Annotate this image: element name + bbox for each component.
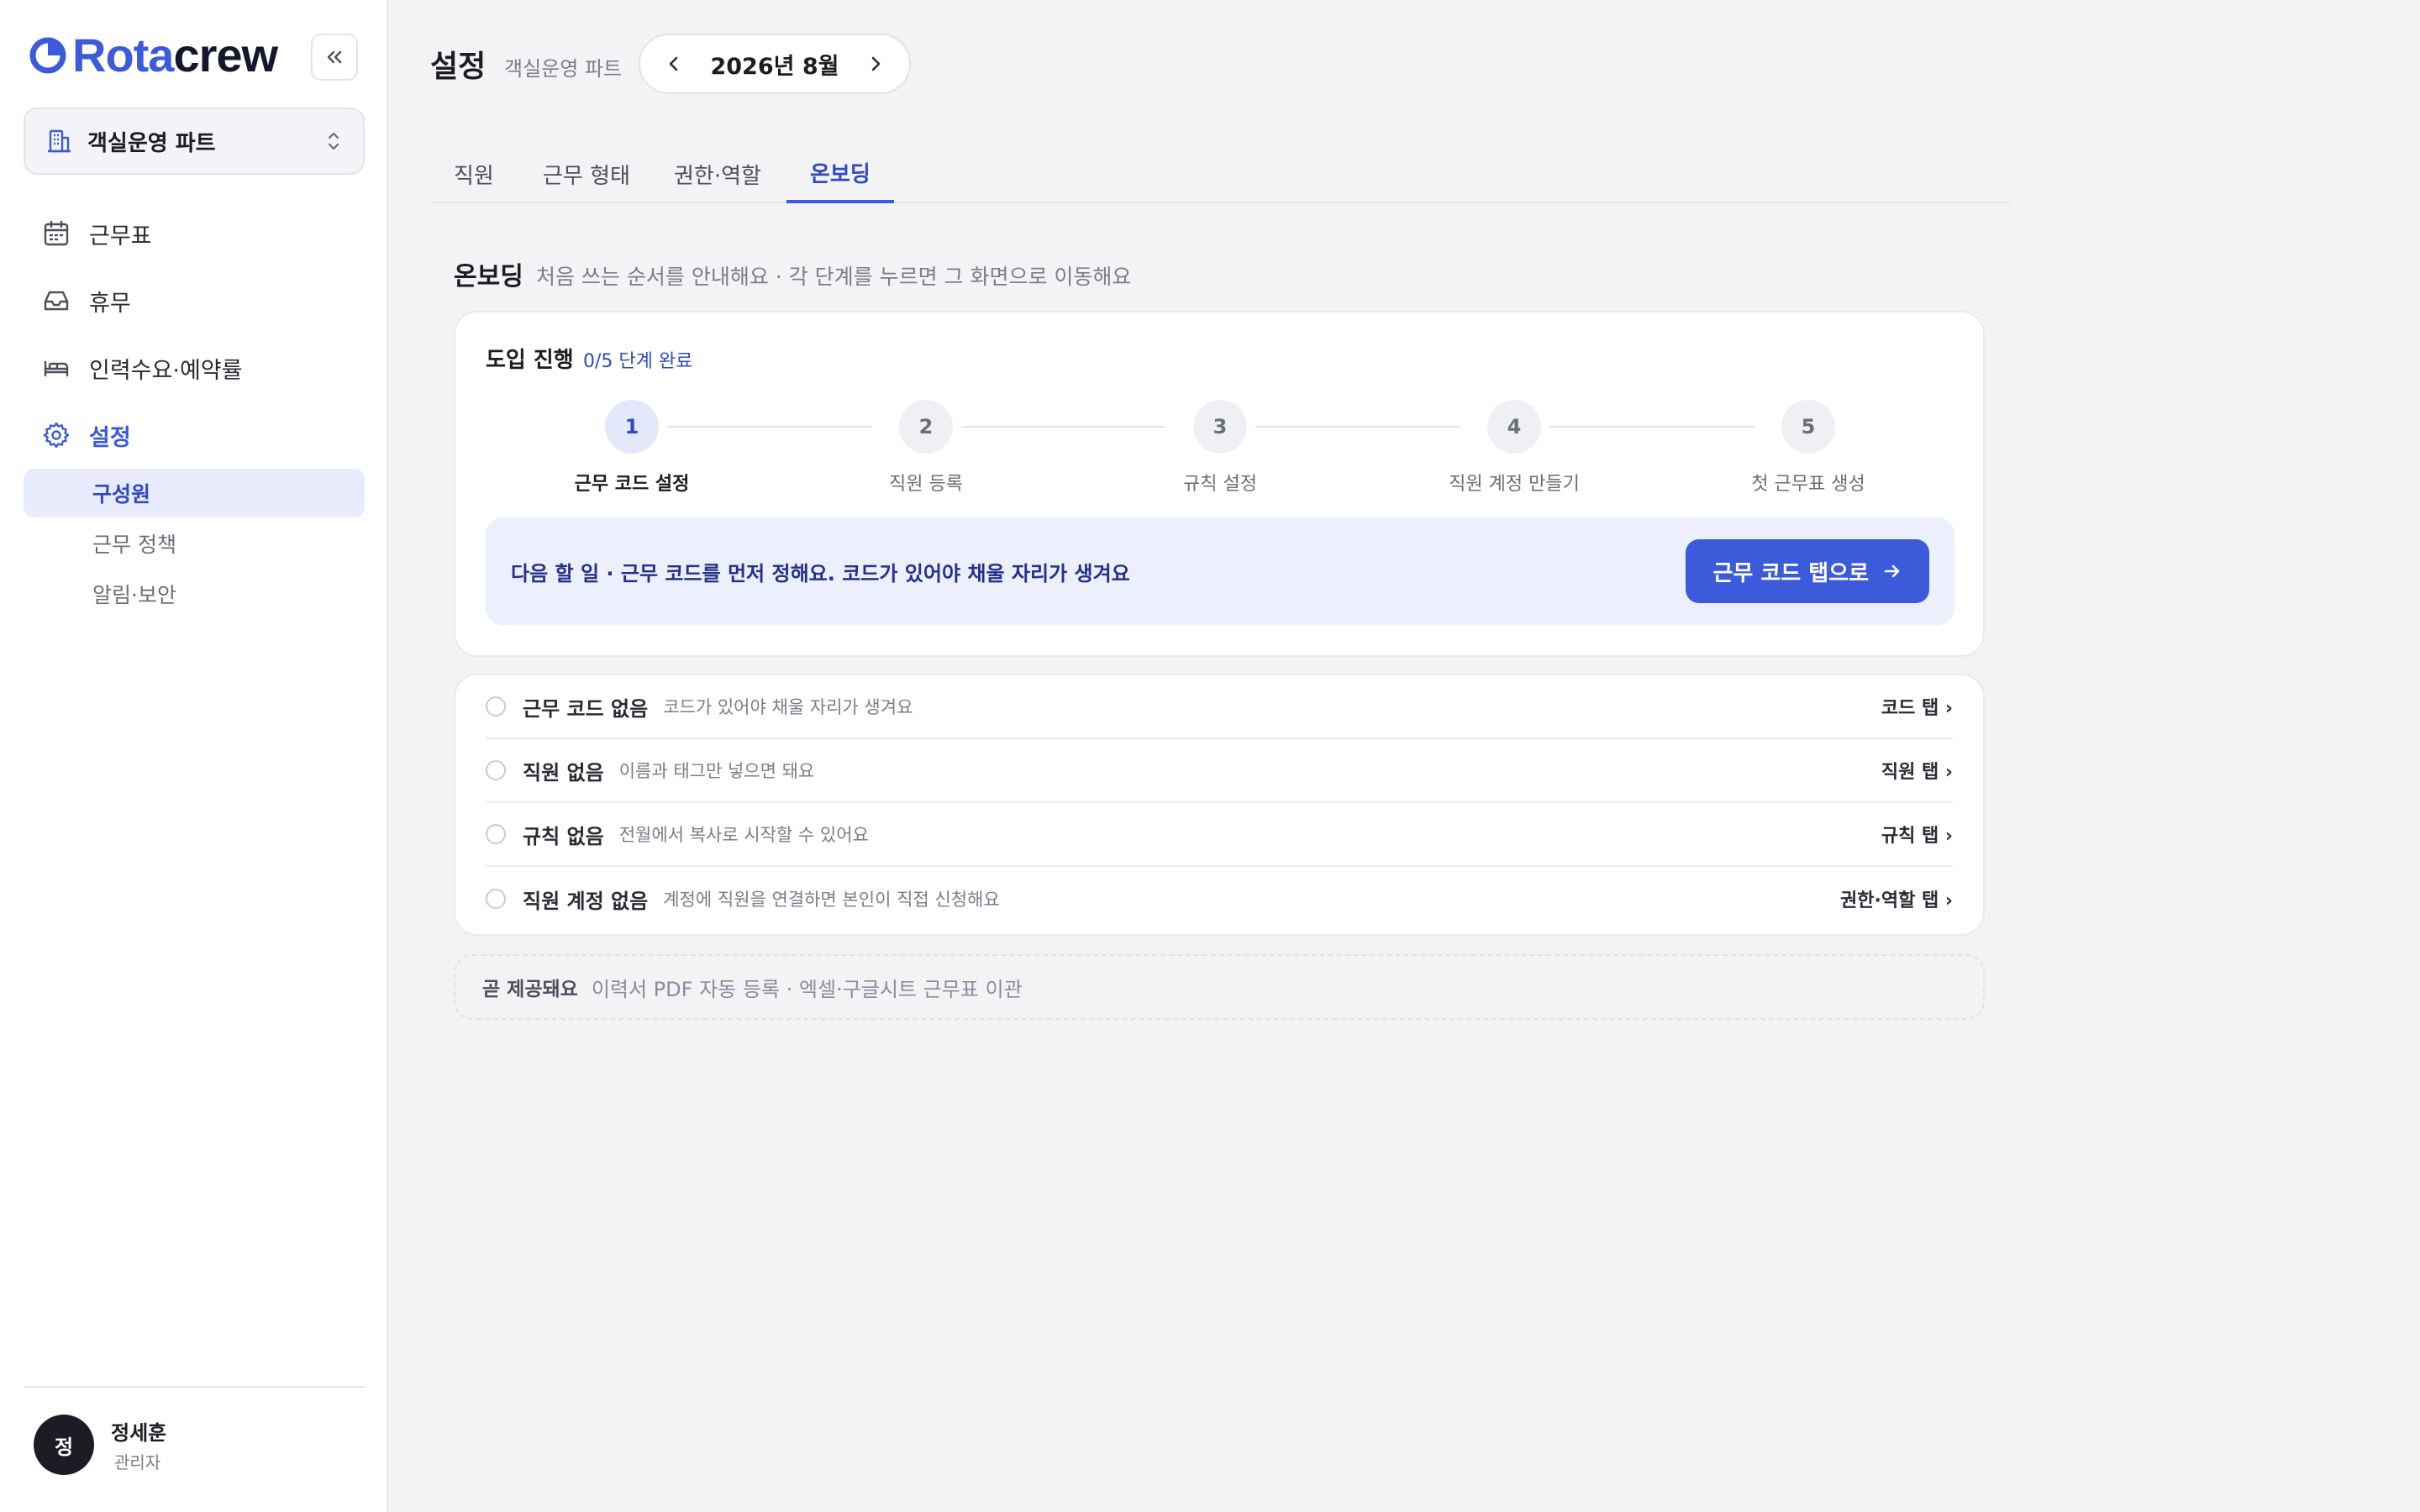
tab-roles[interactable]: 권한·역할 — [650, 144, 785, 203]
checklist-desc: 이름과 태그만 넣으면 돼요 — [618, 761, 815, 781]
step-rules[interactable]: 3 규칙 설정 — [1119, 400, 1321, 496]
nav-item-settings[interactable]: 설정 — [24, 408, 365, 462]
go-work-code-tab-label: 근무 코드 탭으로 — [1712, 560, 1869, 586]
progress-card: 도입 진행 0/5 단계 완료 1 근무 코드 설정 2 직원 등록 3 규칙 … — [454, 311, 1985, 657]
checklist-title: 직원 계정 없음 — [523, 889, 649, 913]
nav-item-label: 휴무 — [89, 290, 131, 317]
step-first-schedule[interactable]: 5 첫 근무표 생성 — [1707, 400, 1909, 496]
checklist-title: 근무 코드 없음 — [523, 696, 649, 721]
tab-staff[interactable]: 직원 — [430, 144, 518, 203]
step-label: 직원 계정 만들기 — [1449, 474, 1580, 495]
nav-item-label: 인력수요·예약률 — [89, 357, 243, 384]
page-subtitle: 객실운영 파트 — [504, 57, 623, 81]
checklist-link[interactable]: 권한·역할 탭 › — [1840, 885, 1953, 912]
user-profile[interactable]: 정 정세훈 관리자 — [34, 1415, 166, 1475]
checklist-title: 직원 없음 — [523, 760, 604, 785]
step-number: 3 — [1193, 400, 1247, 454]
user-name: 정세훈 — [111, 1421, 167, 1445]
tab-onboarding[interactable]: 온보딩 — [786, 144, 894, 203]
arrow-right-icon — [1884, 564, 1900, 578]
checklist-desc: 계정에 직원을 연결하면 본인이 직접 신청해요 — [663, 890, 1000, 910]
step-label: 직원 등록 — [889, 474, 963, 495]
checklist-row[interactable]: 규칙 없음 전월에서 복사로 시작할 수 있어요 규칙 탭 › — [486, 803, 1953, 867]
double-chevron-left-icon — [327, 50, 342, 64]
coming-soon-text: 이력서 PDF 자동 등록 · 엑셀·구글시트 근무표 이관 — [591, 977, 1023, 1001]
status-circle-icon — [486, 824, 506, 844]
logo-mark-icon — [29, 37, 66, 74]
checklist-row[interactable]: 직원 계정 없음 계정에 직원을 연결하면 본인이 직접 신청해요 권한·역할 … — [486, 867, 1953, 931]
gear-icon — [43, 422, 70, 449]
checklist-desc: 코드가 있어야 채울 자리가 생겨요 — [663, 697, 913, 717]
nav-item-label: 설정 — [89, 424, 131, 451]
next-action-text: 다음 할 일 · 근무 코드를 먼저 정해요. 코드가 있어야 채울 자리가 생… — [511, 561, 1130, 585]
step-number: 4 — [1487, 400, 1541, 454]
bed-icon — [44, 360, 69, 377]
coming-soon-label: 곧 제공돼요 — [482, 979, 578, 1000]
progress-title: 도입 진행 — [486, 348, 574, 373]
status-circle-icon — [486, 696, 506, 717]
checklist-link[interactable]: 규칙 탭 › — [1881, 821, 1953, 848]
checklist-link[interactable]: 코드 탭 › — [1881, 693, 1953, 720]
subnav-alerts-security[interactable]: 알림·보안 — [24, 570, 365, 618]
chevron-up-down-icon — [328, 132, 339, 150]
status-circle-icon — [486, 760, 506, 780]
section-description: 처음 쓰는 순서를 안내해요 · 각 단계를 누르면 그 화면으로 이동해요 — [536, 265, 1132, 289]
subnav-work-policy[interactable]: 근무 정책 — [24, 519, 365, 568]
checklist-desc: 전월에서 복사로 시작할 수 있어요 — [618, 825, 869, 845]
nav-item-leave[interactable]: 휴무 — [24, 274, 365, 328]
section-title: 온보딩 — [454, 262, 523, 291]
step-label: 규칙 설정 — [1183, 474, 1257, 495]
checklist-row[interactable]: 근무 코드 없음 코드가 있어야 채울 자리가 생겨요 코드 탭 › — [486, 675, 1953, 739]
month-value: 2026년 8월 — [710, 53, 839, 80]
logo-text: Rotacrew — [72, 29, 278, 81]
team-selector-label: 객실운영 파트 — [87, 130, 216, 156]
subnav-members[interactable]: 구성원 — [24, 469, 365, 517]
tab-work-type[interactable]: 근무 형태 — [519, 144, 654, 203]
step-number: 2 — [899, 400, 953, 454]
status-circle-icon — [486, 889, 506, 909]
user-role: 관리자 — [114, 1452, 161, 1473]
sidebar: Rotacrew 객실운영 파트 근무표 휴무 인력수요·예약률 설정 구성원 … — [0, 0, 388, 1512]
step-work-code[interactable]: 1 근무 코드 설정 — [531, 400, 733, 496]
step-label: 근무 코드 설정 — [574, 474, 690, 495]
next-action-box: 다음 할 일 · 근무 코드를 먼저 정해요. 코드가 있어야 채울 자리가 생… — [486, 517, 1954, 625]
step-number: 1 — [605, 400, 659, 454]
team-selector[interactable]: 객실운영 파트 — [24, 108, 365, 175]
building-icon — [48, 129, 71, 153]
checklist-row[interactable]: 직원 없음 이름과 태그만 넣으면 돼요 직원 탭 › — [486, 739, 1953, 803]
step-accounts[interactable]: 4 직원 계정 만들기 — [1413, 400, 1615, 496]
calendar-icon — [44, 220, 69, 246]
go-work-code-tab-button[interactable]: 근무 코드 탭으로 — [1686, 539, 1929, 603]
checklist-card: 근무 코드 없음 코드가 있어야 채울 자리가 생겨요 코드 탭 › 직원 없음… — [454, 674, 1985, 936]
month-picker: 2026년 8월 — [639, 34, 911, 94]
inbox-icon — [44, 291, 69, 311]
sidebar-divider — [24, 1386, 365, 1388]
next-month-button[interactable] — [865, 54, 886, 74]
collapse-sidebar-button[interactable] — [311, 34, 358, 81]
page-title: 설정 — [430, 50, 487, 84]
checklist-title: 규칙 없음 — [523, 824, 604, 848]
prev-month-button[interactable] — [664, 54, 684, 74]
step-staff[interactable]: 2 직원 등록 — [825, 400, 1027, 496]
step-label: 첫 근무표 생성 — [1751, 474, 1865, 495]
settings-tabs: 직원 근무 형태 권한·역할 온보딩 — [430, 144, 2010, 203]
checklist-link[interactable]: 직원 탭 › — [1881, 757, 1953, 784]
nav-item-demand[interactable]: 인력수요·예약률 — [24, 341, 365, 395]
logo[interactable]: Rotacrew — [29, 29, 278, 81]
coming-soon-box: 곧 제공돼요 이력서 PDF 자동 등록 · 엑셀·구글시트 근무표 이관 — [454, 954, 1985, 1020]
step-number: 5 — [1781, 400, 1835, 454]
nav-item-label: 근무표 — [89, 223, 152, 249]
nav-item-schedule[interactable]: 근무표 — [24, 207, 365, 260]
avatar: 정 — [34, 1415, 94, 1475]
progress-count: 0/5 단계 완료 — [583, 351, 693, 372]
